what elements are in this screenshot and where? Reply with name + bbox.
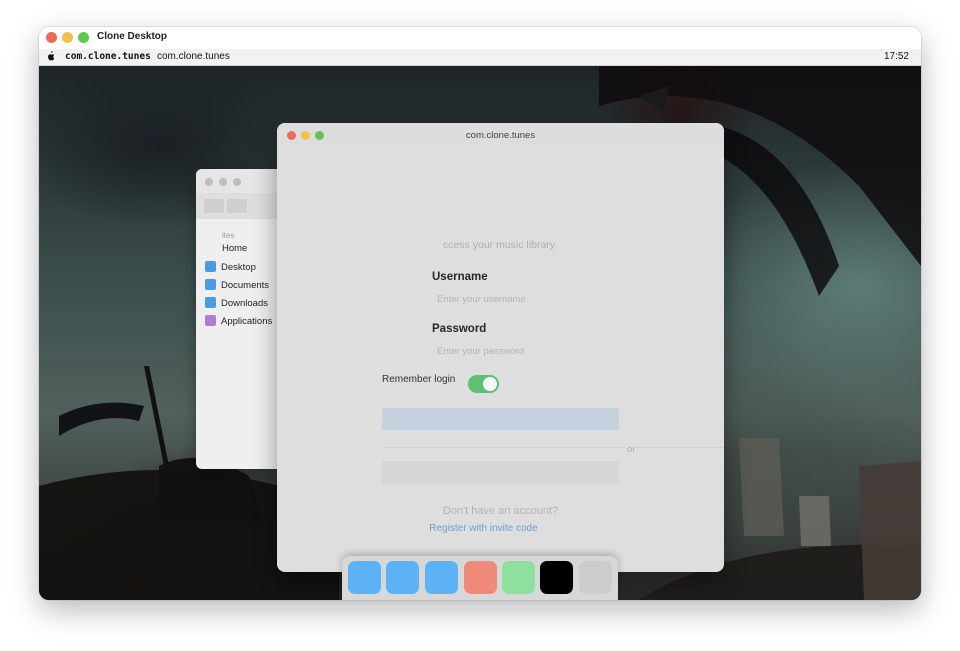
finder-back-button[interactable] <box>204 199 224 213</box>
dock-app-5[interactable] <box>502 561 535 594</box>
close-button[interactable] <box>46 32 57 43</box>
apple-icon[interactable] <box>46 51 55 64</box>
window-title: Clone Desktop <box>97 31 168 42</box>
folder-icon <box>205 297 216 308</box>
username-label: Username <box>432 271 488 283</box>
dock-app-7[interactable] <box>579 561 612 594</box>
no-account-text: Don't have an account? <box>442 505 559 517</box>
password-label: Password <box>432 323 487 335</box>
finder-section-label: ites <box>222 231 235 240</box>
desktop-wallpaper: ites Home Desktop Documents Downloads Ap… <box>39 66 921 600</box>
register-invite-link[interactable]: Register with invite code <box>277 523 690 534</box>
finder-window: ites Home Desktop Documents Downloads Ap… <box>196 169 286 469</box>
finder-forward-button[interactable] <box>227 199 247 213</box>
zoom-button[interactable] <box>78 32 89 43</box>
login-subtitle: ccess your music library <box>443 239 556 251</box>
or-separator: or <box>625 444 638 455</box>
finder-toolbar <box>196 193 286 219</box>
dock-app-2[interactable] <box>386 561 419 594</box>
minimize-button[interactable] <box>62 32 73 43</box>
applications-icon <box>205 315 216 326</box>
finder-titlebar <box>196 169 286 193</box>
app-title: com.clone.tunes <box>465 130 536 141</box>
dock-app-4[interactable] <box>464 561 497 594</box>
remember-login-label: Remember login <box>382 374 456 385</box>
dock-app-3[interactable] <box>425 561 458 594</box>
outer-titlebar: Clone Desktop <box>39 27 921 50</box>
menu-app-name[interactable]: com.clone.tunes <box>65 51 151 62</box>
outer-window: Clone Desktop com.clone.tunes com.clone.… <box>39 27 921 600</box>
dock <box>342 556 618 600</box>
username-input[interactable] <box>437 290 587 308</box>
folder-icon <box>205 261 216 272</box>
divider <box>382 447 724 448</box>
menu-app-item[interactable]: com.clone.tunes <box>157 51 230 62</box>
dock-app-6[interactable] <box>540 561 573 594</box>
finder-zoom-button[interactable] <box>233 178 241 186</box>
password-input[interactable] <box>437 342 587 360</box>
sidebar-item-label: Home <box>222 243 248 254</box>
sidebar-item-downloads[interactable]: Downloads <box>205 297 268 313</box>
sidebar-item-applications[interactable]: Applications <box>205 315 272 331</box>
app-titlebar: com.clone.tunes <box>277 123 724 149</box>
login-button[interactable] <box>382 408 619 430</box>
finder-minimize-button[interactable] <box>219 178 227 186</box>
sidebar-item-label: Downloads <box>221 298 268 309</box>
sidebar-item-desktop[interactable]: Desktop <box>205 261 256 277</box>
remember-login-toggle[interactable] <box>468 375 499 393</box>
app-window: com.clone.tunes ccess your music library… <box>277 123 724 572</box>
menu-bar: com.clone.tunes com.clone.tunes 17:52 <box>39 49 921 66</box>
sidebar-item-label: Applications <box>221 316 273 327</box>
menubar-clock[interactable]: 17:52 <box>884 51 909 62</box>
alternate-login-button[interactable] <box>382 461 619 484</box>
folder-icon <box>205 279 216 290</box>
finder-close-button[interactable] <box>205 178 213 186</box>
sidebar-item-label: Desktop <box>221 262 256 273</box>
dock-app-1[interactable] <box>348 561 381 594</box>
toggle-knob <box>483 377 497 391</box>
sidebar-item-home[interactable]: Home <box>222 243 247 259</box>
sidebar-item-documents[interactable]: Documents <box>205 279 269 295</box>
sidebar-item-label: Documents <box>221 280 270 291</box>
